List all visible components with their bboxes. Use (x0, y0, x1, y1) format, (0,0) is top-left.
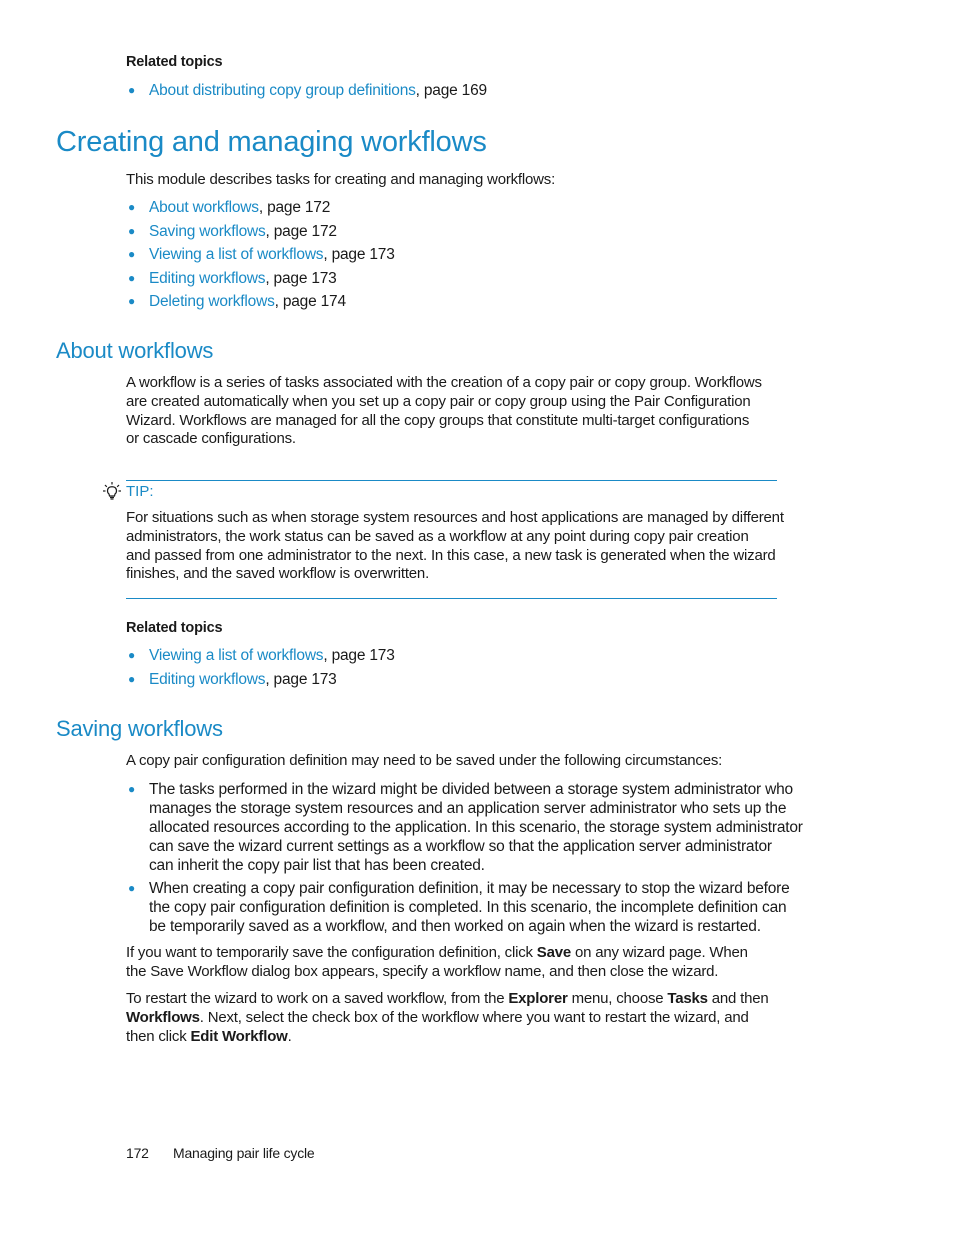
bullet-icon: ● (128, 270, 136, 285)
tip-line: finishes, and the saved workflow is over… (126, 565, 430, 583)
tip-top-rule (126, 480, 777, 481)
ui-term-explorer: Explorer (508, 990, 568, 1007)
chapter-title: Managing pair life cycle (173, 1145, 315, 1161)
paragraph-line: the Save Workflow dialog box appears, sp… (126, 962, 719, 980)
list-item: ● Viewing a list of workflows, page 173 (126, 243, 395, 267)
related-topics-heading: Related topics (126, 620, 223, 636)
ui-term-edit-workflow: Edit Workflow (190, 1027, 288, 1045)
list-item: ● Editing workflows, page 173 (126, 267, 395, 291)
bullet-icon: ● (128, 881, 136, 895)
module-task-list: ● About workflows, page 172 ● Saving workf… (126, 196, 395, 314)
section-title-about: About workflows (56, 338, 214, 363)
related-topics-heading: Related topics (126, 54, 223, 70)
page-number: 172 (126, 1145, 149, 1161)
tip-text: For situations such as when storage syst… (126, 509, 786, 584)
list-item: ● About workflows, page 172 (126, 196, 395, 220)
link-about-distributing[interactable]: About distributing copy group definition… (149, 82, 416, 99)
bullet-icon: ● (128, 83, 136, 97)
text: . (287, 1027, 292, 1045)
page-ref: , page 172 (258, 199, 331, 216)
paragraph-line: Wizard. Workflows are managed for all th… (126, 411, 750, 429)
list-item: ● Editing workflows, page 173 (126, 668, 395, 692)
bullet-line: The tasks performed in the wizard might … (149, 781, 793, 798)
list-item: ● About distributing copy group definiti… (126, 79, 487, 103)
link-viewing-list-of-workflows[interactable]: Viewing a list of workflows (149, 246, 324, 263)
saving-intro: A copy pair configuration definition may… (126, 752, 723, 769)
bullet-line: be temporarily saved as a workflow, and … (149, 918, 761, 935)
paragraph-line: If you want to temporarily save the conf… (126, 944, 816, 963)
about-paragraph: A workflow is a series of tasks associat… (126, 374, 816, 449)
bullet-line: can save the wizard current settings as … (149, 838, 772, 855)
tip-label: TIP: (126, 483, 154, 500)
text: If you want to temporarily save the conf… (126, 944, 537, 961)
bullet-icon: ● (128, 782, 136, 796)
page-ref: , page 173 (265, 670, 337, 688)
intro-text: This module describes tasks for creating… (126, 171, 556, 188)
list-item: ● Deleting workflows, page 174 (126, 290, 395, 314)
bullet-line: manages the storage system resources and… (149, 800, 787, 817)
bullet-line: When creating a copy pair configuration … (149, 880, 790, 897)
bullet-line: can inherit the copy pair list that has … (149, 857, 485, 874)
tip-line: administrators, the work status can be s… (126, 527, 749, 545)
ui-term-save: Save (536, 944, 572, 961)
bullet-icon: ● (128, 247, 136, 261)
list-item: ● Viewing a list of workflows, page 173 (126, 644, 395, 668)
section-title-saving: Saving workflows (56, 716, 223, 741)
list-item: ● Saving workflows, page 172 (126, 220, 395, 244)
bullet-icon: ● (128, 294, 136, 308)
text: menu, choose (567, 990, 668, 1007)
ui-term-tasks: Tasks (667, 990, 708, 1007)
about-related-list: ● Viewing a list of workflows, page 173 ●… (126, 644, 395, 691)
link-deleting-workflows[interactable]: Deleting workflows (149, 293, 275, 310)
link-viewing-list-of-workflows[interactable]: Viewing a list of workflows (149, 647, 324, 664)
paragraph-line: Workflows. Next, select the check box of… (126, 1009, 816, 1028)
bullet-icon: ● (128, 200, 136, 214)
tip-line: and passed from one administrator to the… (126, 546, 776, 564)
text: . Next, select the check box of the work… (199, 1008, 749, 1026)
text: on any wizard page. When (571, 944, 748, 961)
paragraph-line: then click Edit Workflow. (126, 1028, 816, 1047)
text: and then (707, 990, 769, 1007)
ui-term-workflows: Workflows (126, 1008, 200, 1026)
link-editing-workflows[interactable]: Editing workflows (149, 270, 266, 287)
tip-bottom-rule (126, 598, 777, 599)
list-item: ● When creating a copy pair configuratio… (126, 879, 816, 936)
bullet-icon: ● (128, 648, 136, 662)
paragraph-line: To restart the wizard to work on a saved… (126, 990, 816, 1009)
tip-line: For situations such as when storage syst… (126, 509, 784, 526)
save-instructions-paragraph: If you want to temporarily save the conf… (126, 944, 816, 982)
link-saving-workflows[interactable]: Saving workflows (149, 223, 266, 240)
bullet-icon: ● (128, 671, 136, 686)
list-item: ● The tasks performed in the wizard migh… (126, 780, 816, 875)
page-ref: , page 173 (323, 246, 395, 263)
section-title-creating: Creating and managing workflows (56, 126, 487, 158)
page-ref: , page 169 (415, 82, 487, 99)
link-about-workflows[interactable]: About workflows (149, 199, 259, 216)
text: then click (126, 1027, 191, 1045)
page-ref: , page 173 (323, 647, 395, 664)
bullet-icon: ● (128, 223, 136, 238)
paragraph-line: or cascade configurations. (126, 430, 296, 448)
link-editing-workflows[interactable]: Editing workflows (149, 671, 266, 688)
page-ref: , page 174 (274, 293, 346, 310)
saving-circumstances-list: ● The tasks performed in the wizard migh… (126, 780, 816, 940)
bullet-line: the copy pair configuration definition i… (149, 899, 787, 916)
paragraph-line: A workflow is a series of tasks associat… (126, 374, 762, 391)
top-related-list: ● About distributing copy group definiti… (126, 79, 487, 103)
page-ref: , page 172 (265, 222, 337, 240)
text: To restart the wizard to work on a saved… (126, 990, 509, 1007)
lightbulb-icon (102, 481, 122, 503)
page-ref: , page 173 (265, 269, 337, 287)
restart-instructions-paragraph: To restart the wizard to work on a saved… (126, 990, 816, 1046)
paragraph-line: are created automatically when you set u… (126, 392, 751, 410)
bullet-line: allocated resources according to the app… (149, 819, 803, 836)
